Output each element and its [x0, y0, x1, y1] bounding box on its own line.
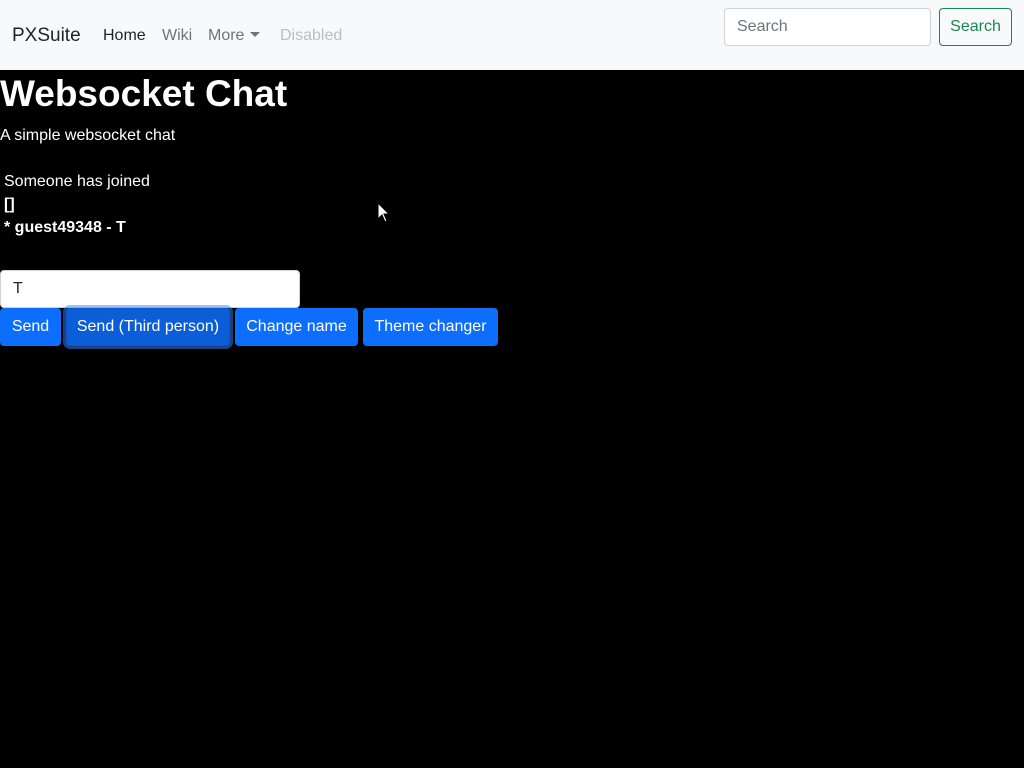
nav-dropdown-more-label: More [208, 27, 245, 44]
chat-message: * guest49348 - T [4, 219, 126, 236]
navbar: PXSuite Home Wiki More Disabled Search [0, 0, 1024, 70]
send-button[interactable]: Send [0, 308, 61, 346]
brand-link[interactable]: PXSuite [12, 24, 81, 48]
nav-dropdown-more[interactable]: More [208, 26, 261, 46]
nav-link-wiki[interactable]: Wiki [162, 26, 192, 46]
mouse-cursor-icon [377, 202, 391, 223]
send-third-person-button[interactable]: Send (Third person) [66, 308, 230, 346]
page-title: Websocket Chat [0, 73, 288, 114]
page-subtitle: A simple websocket chat [0, 127, 176, 144]
nav-link-disabled: Disabled [280, 27, 343, 44]
theme-changer-button[interactable]: Theme changer [363, 308, 498, 346]
chat-message-input[interactable] [0, 270, 300, 308]
nav-link-home[interactable]: Home [103, 26, 146, 46]
change-name-button[interactable]: Change name [235, 308, 358, 346]
search-button[interactable]: Search [939, 8, 1012, 46]
chevron-down-icon [250, 32, 261, 37]
chat-message: Someone has joined [4, 173, 150, 190]
search-input[interactable] [724, 8, 931, 46]
chat-message: [] [4, 196, 15, 213]
chat-messages: Someone has joined [] * guest49348 - T [4, 170, 150, 239]
